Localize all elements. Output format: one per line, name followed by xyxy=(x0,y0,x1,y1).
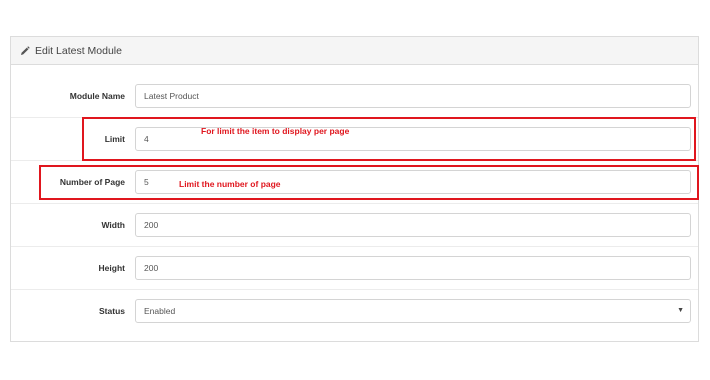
status-label: Status xyxy=(99,306,125,316)
status-select[interactable]: Enabled ▼ xyxy=(135,299,691,323)
width-input[interactable]: 200 xyxy=(135,213,691,237)
limit-highlight-box xyxy=(82,117,696,161)
module-name-input[interactable]: Latest Product xyxy=(135,84,691,108)
height-label: Height xyxy=(98,263,125,273)
form-row-module-name: Module Name Latest Product xyxy=(11,75,698,118)
number-of-page-highlight-box xyxy=(39,165,699,200)
form-row-width: Width 200 xyxy=(11,204,698,247)
pencil-icon xyxy=(21,45,30,55)
form-row-status: Status Enabled ▼ xyxy=(11,290,698,333)
height-input[interactable]: 200 xyxy=(135,256,691,280)
status-selected-value: Enabled xyxy=(144,306,176,316)
form-row-height: Height 200 xyxy=(11,247,698,290)
caret-down-icon: ▼ xyxy=(677,307,684,314)
number-of-page-annotation: Limit the number of page xyxy=(179,179,281,189)
panel-title: Edit Latest Module xyxy=(35,44,122,57)
width-label: Width xyxy=(101,220,125,230)
module-name-label: Module Name xyxy=(69,91,125,101)
limit-annotation: For limit the item to display per page xyxy=(201,126,350,136)
panel-heading: Edit Latest Module xyxy=(11,37,698,65)
